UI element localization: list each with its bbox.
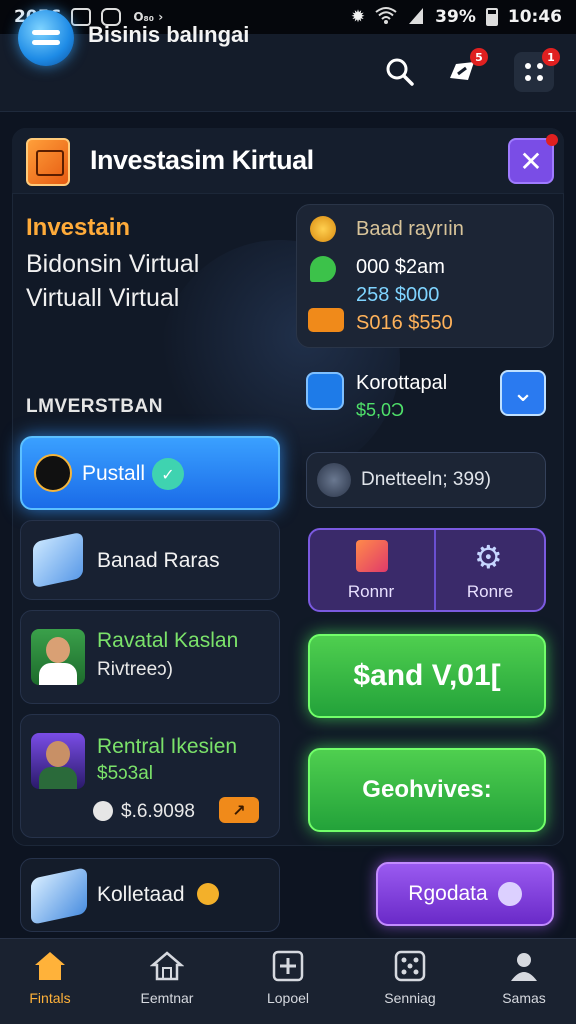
signal-icon	[407, 6, 425, 29]
chat-money-icon	[310, 256, 336, 282]
home-filled-icon	[32, 948, 68, 984]
menu-button[interactable]: 1	[514, 48, 560, 92]
update-button[interactable]: Rgodata	[376, 862, 554, 926]
tile-label: Ronnr	[347, 582, 395, 601]
cash-icon	[308, 308, 344, 332]
chevron-down-icon: ⌄	[512, 378, 534, 408]
time-icon	[93, 801, 113, 821]
list-item-amount: $.6.9098	[121, 801, 195, 822]
nav-item-samas[interactable]: Samas	[476, 948, 572, 1006]
tile-ronre-button[interactable]: ⚙ Ronre	[436, 530, 544, 610]
hero-line-1: Bidonsin Virtual	[26, 250, 200, 278]
notifications-button[interactable]: 5	[442, 48, 488, 92]
gear-icon: ⚙	[474, 538, 503, 576]
menu-badge: 1	[542, 48, 560, 66]
stats-row-2: 258 $000	[356, 284, 440, 306]
search-icon	[386, 58, 414, 86]
check-icon: ✓	[152, 458, 184, 490]
eye-icon	[497, 882, 522, 906]
list-item-subtitle: Rivtreeɔ)	[97, 659, 174, 680]
chevron-down-button[interactable]: ⌄	[500, 370, 546, 416]
list-item-value: $5ɔ3al	[97, 763, 153, 784]
app-logo-icon[interactable]	[18, 10, 74, 66]
money-stack-icon	[31, 867, 87, 925]
update-button-label: Rgodata	[408, 882, 488, 905]
nav-label: Lopoel	[266, 990, 310, 1006]
close-icon: ✕	[519, 144, 543, 178]
nav-item-fintals[interactable]: Fintals	[2, 948, 98, 1006]
page-title: Investasim Kirtual	[90, 145, 314, 175]
nav-label: Senniag	[384, 990, 436, 1006]
avatar	[31, 629, 85, 685]
notification-badge: 5	[470, 48, 488, 66]
compass-icon	[306, 372, 344, 410]
status-clock: 10:46	[507, 7, 562, 27]
coin-icon	[197, 883, 219, 905]
close-badge-dot	[546, 134, 558, 146]
list-item-pustall[interactable]: Pustall ✓	[20, 436, 280, 510]
wifi-icon	[375, 6, 397, 29]
list-item-title: Ravatal Kaslan	[97, 629, 238, 653]
money-stack-icon	[33, 531, 83, 589]
nav-item-eemtnar[interactable]: Eemtnar	[119, 948, 215, 1006]
stats-row-3: S016 $550	[356, 312, 453, 334]
document-icon	[26, 138, 70, 186]
nav-label: Eemtnar	[140, 990, 194, 1006]
plus-square-icon	[270, 948, 306, 984]
magnifier-icon	[317, 463, 351, 497]
grid-dots-icon	[525, 63, 543, 81]
tile-label: Ronre	[466, 582, 514, 601]
section-label: LMVERSTBAN	[26, 396, 163, 417]
avatar-face	[46, 741, 70, 767]
arrow-tag-icon[interactable]: ↗	[219, 797, 259, 823]
nav-label: Samas	[502, 990, 546, 1006]
stats-row-1: 000 $2am	[356, 256, 445, 278]
battery-icon	[485, 8, 498, 26]
list-item-rentral[interactable]: Rentral Ikesien $5ɔ3al $.6.9098 ↗	[20, 714, 280, 838]
list-item-banad[interactable]: Banad Raras	[20, 520, 280, 600]
clock-icon	[34, 454, 72, 492]
hero-line-2: Virtuall Virtual	[26, 284, 180, 312]
coin-icon	[310, 216, 336, 242]
app-title: Bisinis balıngai	[88, 22, 250, 47]
hero-accent-text: Investain	[26, 214, 131, 241]
search-button[interactable]	[380, 52, 420, 92]
kontrol-title: Korottapal	[356, 372, 448, 394]
secondary-green-button[interactable]: Geohvives:	[308, 748, 546, 832]
kontrol-value: $5,0Ɔ	[356, 400, 405, 420]
close-button[interactable]: ✕	[508, 134, 558, 184]
stats-title: Baad rayrıin	[356, 218, 464, 240]
list-item-label: Banad Raras	[97, 549, 220, 572]
avatar-shirt	[39, 663, 77, 685]
nav-label: Fintals	[29, 990, 71, 1006]
dice-icon	[392, 948, 428, 984]
person-icon	[506, 948, 542, 984]
status-bar: 2056 O₈₀ › ✹ 39% 10:46	[0, 0, 576, 34]
nav-item-senniag[interactable]: Senniag	[362, 948, 458, 1006]
list-item-ravatal[interactable]: Ravatal Kaslan Rivtreeɔ)	[20, 610, 280, 704]
primary-green-button[interactable]: $and V,01[	[308, 634, 546, 718]
avatar-shirt	[39, 767, 77, 789]
list-item-title: Rentral Ikesien	[97, 735, 238, 758]
app-bar	[0, 34, 576, 112]
cube-icon	[356, 540, 388, 572]
list-item-title-text: Ravatal Kaslan	[97, 629, 239, 652]
search-field-text: Dnetteeln; 399)	[361, 469, 491, 490]
nav-item-lopoel[interactable]: Lopoel	[240, 948, 336, 1006]
home-outline-icon	[149, 948, 185, 984]
alarm-icon: ✹	[350, 7, 366, 27]
search-field[interactable]: Dnetteeln; 399)	[306, 452, 546, 508]
list-item-label: Pustall	[82, 462, 146, 485]
avatar-face	[46, 637, 70, 663]
list-item-kolletaad[interactable]: Kolletaad	[20, 858, 280, 932]
battery-percent: 39%	[435, 7, 476, 27]
avatar	[31, 733, 85, 789]
list-item-label: Kolletaad	[97, 883, 185, 906]
tile-ronnr-button[interactable]: Ronnr	[310, 530, 432, 610]
